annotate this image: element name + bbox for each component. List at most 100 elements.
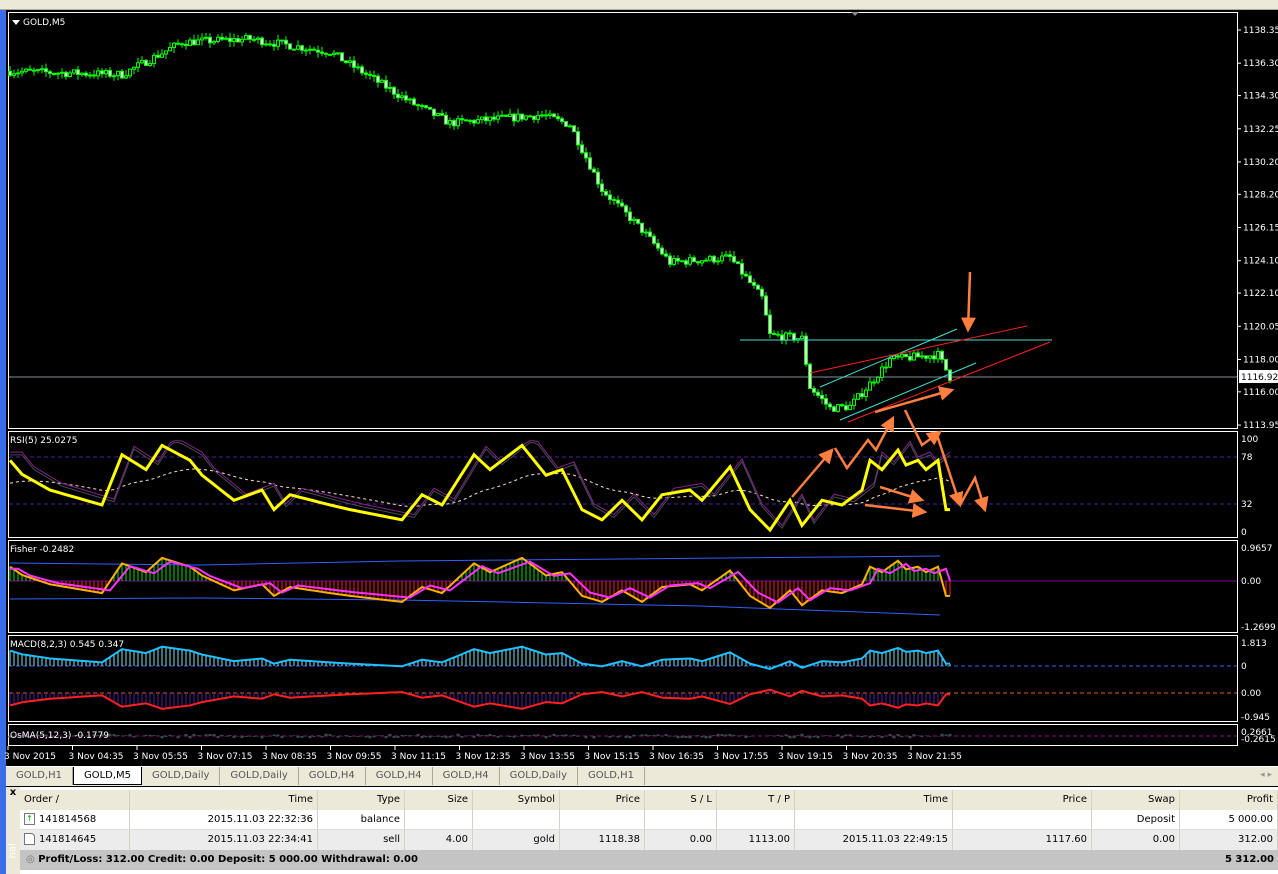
osma-bar bbox=[512, 736, 516, 738]
osma-bar bbox=[732, 734, 736, 736]
candle-body bbox=[232, 38, 236, 42]
column-header[interactable]: Price bbox=[953, 790, 1092, 810]
chart-tab[interactable]: GOLD,Daily bbox=[142, 767, 221, 785]
candle-body bbox=[44, 68, 48, 73]
osma-bar bbox=[492, 735, 496, 736]
main-pane[interactable] bbox=[8, 12, 1238, 429]
osma-bar bbox=[876, 735, 880, 736]
column-header[interactable]: T / P bbox=[717, 790, 795, 810]
column-header[interactable]: Type bbox=[318, 790, 405, 810]
cell-text: 141814645 bbox=[39, 834, 97, 845]
candle-body bbox=[692, 257, 696, 263]
table-row[interactable]: 141814645 2015.11.03 22:34:41 sell 4.00 gold… bbox=[20, 830, 1278, 850]
candle-body bbox=[696, 261, 700, 264]
candle-body bbox=[868, 381, 872, 391]
price-axis-label: 1134.30 bbox=[1243, 92, 1278, 102]
terminal-tab-label[interactable]: nal bbox=[8, 843, 19, 858]
candle-body bbox=[216, 36, 220, 42]
osma-bar bbox=[648, 735, 652, 736]
chart-tab[interactable]: GOLD,H4 bbox=[299, 767, 366, 785]
osma-bar bbox=[836, 734, 840, 736]
close-icon[interactable]: x bbox=[6, 787, 20, 798]
price-axis-label: 1136.30 bbox=[1243, 59, 1278, 69]
column-header[interactable]: Size bbox=[405, 790, 473, 810]
osma-bar bbox=[576, 736, 580, 737]
column-header[interactable]: Symbol bbox=[473, 790, 560, 810]
column-header[interactable]: Swap bbox=[1092, 790, 1180, 810]
osma-bar bbox=[428, 736, 432, 738]
chart-tab[interactable]: GOLD,H1 bbox=[578, 767, 645, 785]
column-header[interactable]: Time bbox=[795, 790, 953, 810]
candle-body bbox=[392, 86, 396, 95]
candle-body bbox=[636, 218, 640, 224]
tab-scroll-arrows-icon[interactable]: ◂ ▸ bbox=[1260, 770, 1272, 780]
cell-text: balance bbox=[360, 814, 400, 825]
osma-bar bbox=[740, 735, 744, 736]
chart-tab[interactable]: GOLD,M5 bbox=[72, 767, 143, 785]
price-axis-label: 1122.10 bbox=[1243, 289, 1278, 299]
candle-body bbox=[896, 355, 900, 358]
chart-tab[interactable]: GOLD,H4 bbox=[433, 767, 500, 785]
candle-body bbox=[760, 288, 764, 297]
scroll-marker-icon[interactable] bbox=[851, 12, 859, 16]
price-axis-label: 1138.35 bbox=[1243, 26, 1278, 36]
osma-bar bbox=[644, 734, 648, 736]
column-header[interactable]: Profit bbox=[1180, 790, 1278, 810]
price-axis-label: 1130.20 bbox=[1243, 158, 1278, 168]
candle-body bbox=[380, 79, 384, 83]
cell-text: 2015.11.03 22:32:36 bbox=[207, 814, 313, 825]
chart-tab[interactable]: GOLD,Daily bbox=[500, 767, 578, 785]
candle-body bbox=[732, 255, 736, 263]
candle-body bbox=[740, 263, 744, 275]
macd-pane[interactable] bbox=[8, 635, 1238, 722]
osma-bar bbox=[212, 733, 216, 736]
column-header[interactable]: Time bbox=[130, 790, 318, 810]
osma-bar bbox=[712, 735, 716, 736]
candle-body bbox=[860, 393, 864, 398]
table-cell bbox=[405, 810, 473, 829]
candle-body bbox=[712, 255, 716, 263]
table-cell: 0.00 bbox=[645, 830, 717, 850]
chart-tab[interactable]: GOLD,H4 bbox=[366, 767, 433, 785]
osma-bar bbox=[404, 735, 408, 736]
chart-window[interactable]: GOLD,M5 1138.35 1136.30 1134.30 1132.25 1130… bbox=[0, 0, 1278, 766]
time-axis[interactable]: 3 Nov 2015 3 Nov 04:35 3 Nov 05:55 3 Nov 07… bbox=[4, 746, 962, 762]
macd-axis-label: 1.813 bbox=[1241, 639, 1267, 649]
chart-tab[interactable]: GOLD,H1 bbox=[6, 767, 73, 785]
candle-body bbox=[84, 72, 88, 76]
candle-body bbox=[444, 114, 448, 125]
rsi-axis-label: 78 bbox=[1241, 453, 1253, 463]
osma-bar bbox=[788, 736, 792, 739]
candle-body bbox=[36, 69, 40, 72]
osma-bar bbox=[528, 735, 532, 736]
table-row[interactable]: ↑ 141814568 2015.11.03 22:32:36 balance Depo… bbox=[20, 810, 1278, 830]
candle-body bbox=[168, 47, 172, 52]
column-header[interactable]: S / L bbox=[645, 790, 717, 810]
osma-bar bbox=[696, 735, 700, 736]
annotation-arrows[interactable] bbox=[791, 271, 989, 519]
table-cell: 2015.11.03 22:49:15 bbox=[795, 830, 953, 850]
column-header[interactable]: Price bbox=[560, 790, 645, 810]
candle-body bbox=[100, 70, 104, 75]
chart-tab[interactable]: GOLD,Daily bbox=[220, 767, 299, 785]
chart-title: GOLD,M5 bbox=[23, 18, 65, 28]
osma-bar bbox=[348, 736, 352, 738]
trendlines[interactable] bbox=[740, 325, 1052, 423]
fisher-pane[interactable] bbox=[8, 540, 1238, 633]
osma-bar bbox=[864, 735, 868, 736]
total-balance: 5 312.00 bbox=[1224, 854, 1274, 865]
candle-body bbox=[116, 70, 120, 77]
candle-body bbox=[664, 253, 668, 257]
osma-bar bbox=[812, 736, 816, 738]
osma-bar bbox=[500, 736, 504, 737]
candle-body bbox=[552, 113, 556, 118]
column-header[interactable]: Order / bbox=[20, 790, 130, 810]
table-cell: 1118.38 bbox=[560, 830, 645, 850]
time-axis-label: 3 Nov 05:55 bbox=[133, 752, 188, 762]
osma-bar bbox=[164, 736, 168, 737]
level-lines bbox=[9, 376, 1237, 737]
dropdown-triangle-icon[interactable] bbox=[12, 20, 20, 25]
candle-body bbox=[568, 125, 572, 128]
candle-body bbox=[948, 369, 952, 382]
candle-body bbox=[788, 332, 792, 335]
